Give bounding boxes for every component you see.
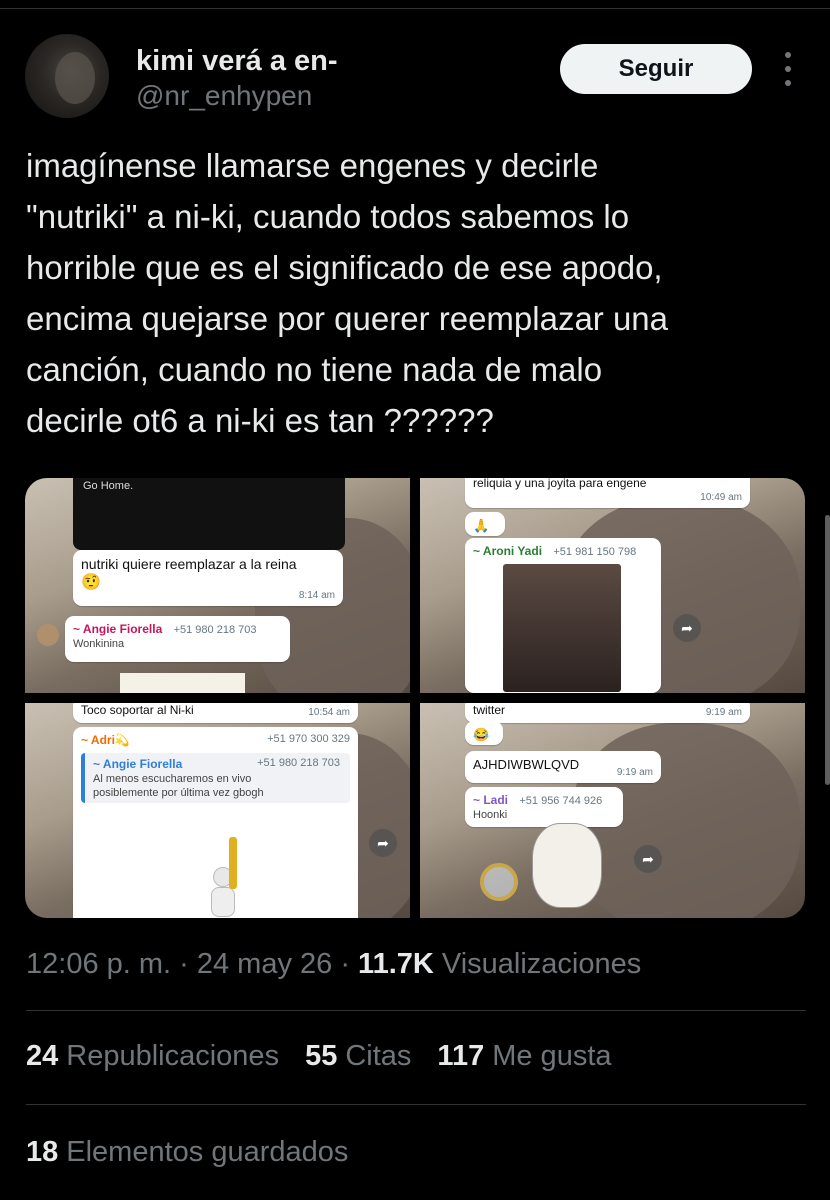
chat-bubble: ~ Ladi +51 956 744 926 Hoonki (465, 787, 623, 827)
tweet-text: imagínense llamarse engenes y decirle "n… (26, 140, 806, 446)
chat-message: Hoonki (473, 809, 508, 821)
photo-thumbnail (503, 564, 621, 692)
likes-stat[interactable]: 117 Me gusta (437, 1040, 611, 1073)
sender-avatar (37, 624, 59, 646)
chat-text: Go Home. (83, 480, 134, 492)
chat-bubble: 😂 (465, 721, 503, 745)
scrollbar[interactable] (825, 515, 830, 785)
emoji: 🤨 (81, 574, 101, 591)
chat-bubble: ~ Angie Fiorella +51 980 218 703 Wonkini… (65, 616, 290, 662)
chat-message: twitter (473, 703, 506, 717)
views-count: 11.7K (358, 948, 434, 980)
sender-phone: +51 980 218 703 (257, 757, 340, 769)
author-name[interactable]: kimi verá a en- (136, 45, 338, 78)
chat-bubble: twitter 9:19 am (465, 703, 750, 723)
reposts-count: 24 (26, 1040, 59, 1072)
sticker (120, 673, 245, 693)
chat-time: 10:54 am (308, 707, 350, 718)
chat-time: 10:49 am (700, 492, 742, 503)
tweet-text-line: encima quejarse por querer reemplazar un… (26, 300, 669, 337)
views-label: Visualizaciones (433, 948, 642, 980)
quotes-count: 55 (305, 1040, 338, 1072)
tweet-text-line: "nutriki" a ni-ki, cuando todos sabemos … (26, 198, 630, 235)
sender-name: ~ Angie Fiorella (73, 622, 163, 636)
sender-name: ~ Angie Fiorella (93, 757, 183, 771)
forward-icon[interactable]: ➦ (369, 829, 397, 857)
tweet-text-line: horrible que es el significado de ese ap… (26, 249, 663, 286)
author-avatar[interactable] (25, 34, 109, 118)
chat-bubble: 🙏 (465, 512, 505, 536)
divider (26, 1010, 806, 1011)
chat-message: nutriki quiere reemplazar a la reina (81, 556, 297, 572)
media-image-1[interactable]: Go Home. nutriki quiere reemplazar a la … (25, 478, 410, 693)
emoji: 😂 (473, 727, 490, 742)
likes-label: Me gusta (492, 1040, 612, 1072)
chat-time: 8:14 am (298, 590, 335, 601)
tweet-text-line: canción, cuando no tiene nada de malo (26, 351, 603, 388)
chat-message: Wonkinina (73, 638, 125, 650)
engagement-stats: 24 Republicaciones 55 Citas 117 Me gusta (26, 1040, 612, 1073)
top-divider (0, 8, 830, 9)
forward-icon[interactable]: ➦ (634, 845, 662, 873)
chat-bubble: reliquia y una joyita para engene 10:49 … (465, 478, 750, 508)
more-options-icon[interactable] (778, 52, 798, 86)
chat-bubble: Toco soportar al Ni-ki 10:54 am (73, 703, 358, 723)
bookmarks-stat[interactable]: 18 Elementos guardados (26, 1136, 348, 1169)
reposts-stat[interactable]: 24 Republicaciones (26, 1040, 279, 1073)
sender-phone: +51 981 150 798 (553, 546, 637, 558)
likes-count: 117 (437, 1040, 485, 1072)
chat-bubble: ~ Adri💫 +51 970 300 329 ~ Angie Fiorella… (73, 727, 358, 918)
tweet-meta: 12:06 p. m. · 24 may 26 · 11.7K Visualiz… (26, 948, 641, 981)
sender-phone: +51 980 218 703 (173, 624, 257, 636)
quotes-label: Citas (345, 1040, 412, 1072)
sender-name: ~ Adri💫 (81, 733, 130, 747)
chat-bubble: ~ Aroni Yadi +51 981 150 798 (465, 538, 661, 693)
chat-bubble: AJHDIWBWLQVD 9:19 am (465, 751, 661, 783)
sticker (480, 823, 610, 918)
media-image-3[interactable]: Toco soportar al Ni-ki 10:54 am ~ Adri💫 … (25, 703, 410, 918)
sender-name: ~ Aroni Yadi (473, 544, 543, 558)
chat-time: 9:19 am (616, 767, 653, 778)
quoted-message: ~ Angie Fiorella +51 980 218 703 Al meno… (81, 753, 350, 803)
media-image-2[interactable]: reliquia y una joyita para engene 10:49 … (420, 478, 805, 693)
chat-message: Al menos escucharemos en vivo (93, 773, 252, 785)
tweet-timestamp[interactable]: 12:06 p. m. · 24 may 26 · (26, 948, 358, 980)
follow-button[interactable]: Seguir (560, 44, 752, 94)
bookmarks-label: Elementos guardados (66, 1136, 349, 1168)
tweet-text-line: imagínense llamarse engenes y decirle (26, 147, 599, 184)
chat-message: reliquia y una joyita para engene (473, 478, 647, 490)
sticker (203, 837, 243, 917)
divider (26, 1104, 806, 1105)
chat-message: posiblemente por última vez gbogh (93, 787, 264, 799)
media-grid: Go Home. nutriki quiere reemplazar a la … (25, 478, 805, 918)
sender-phone: +51 956 744 926 (519, 795, 603, 807)
quotes-stat[interactable]: 55 Citas (305, 1040, 411, 1073)
reposts-label: Republicaciones (66, 1040, 280, 1072)
sender-name: ~ Ladi (473, 793, 509, 807)
author-handle[interactable]: @nr_enhypen (136, 80, 312, 112)
sender-phone: +51 970 300 329 (267, 733, 350, 745)
chat-time: 9:19 am (705, 707, 742, 718)
bookmarks-count: 18 (26, 1136, 59, 1168)
media-image-4[interactable]: twitter 9:19 am 😂 AJHDIWBWLQVD 9:19 am ~… (420, 703, 805, 918)
forward-icon[interactable]: ➦ (673, 614, 701, 642)
tweet-text-line: decirle ot6 a ni-ki es tan ?????? (26, 402, 494, 439)
chat-bubble: nutriki quiere reemplazar a la reina 🤨 8… (73, 550, 343, 606)
